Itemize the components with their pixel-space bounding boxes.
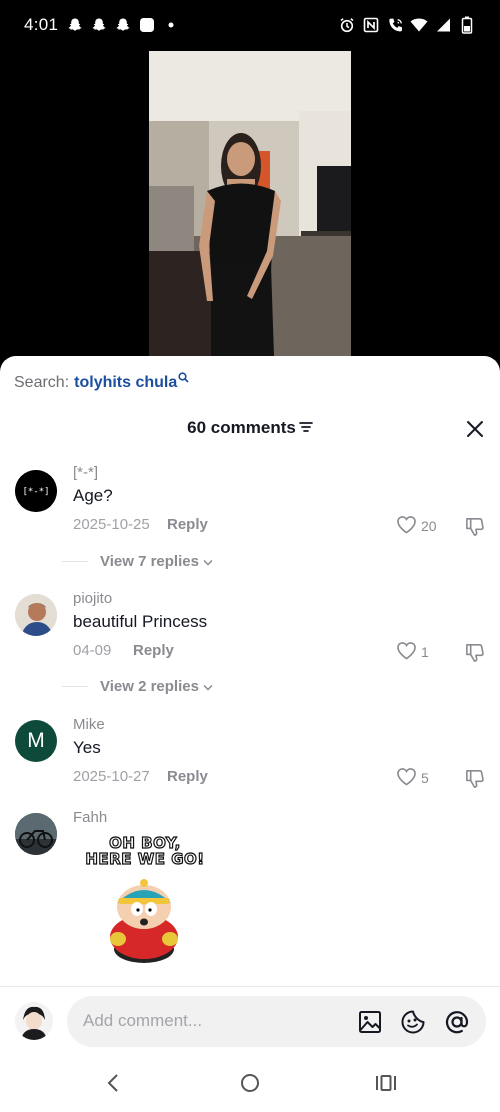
like-button[interactable]: 20 xyxy=(396,515,437,537)
heart-icon xyxy=(396,641,417,663)
home-icon[interactable] xyxy=(240,1073,260,1098)
comment-username[interactable]: [*-*] xyxy=(73,464,98,481)
status-time: 4:01 xyxy=(24,15,59,34)
search-icon xyxy=(178,370,189,388)
comment-input[interactable]: Add comment... xyxy=(67,996,486,1047)
like-count: 20 xyxy=(421,518,437,534)
sticker[interactable]: OH BOY, HERE WE GO! xyxy=(80,834,210,965)
avatar[interactable] xyxy=(15,813,57,855)
notification-icons xyxy=(66,16,180,34)
battery-icon xyxy=(458,16,476,34)
screen: 4:01 Search: tolyhits chula 60 comments … xyxy=(0,0,500,1112)
chevron-down-icon xyxy=(203,678,213,695)
snapchat-icon xyxy=(114,16,132,34)
dislike-icon[interactable] xyxy=(464,768,485,794)
comment-date: 2025-10-27 xyxy=(73,768,150,785)
comment-input-placeholder: Add comment... xyxy=(83,1011,203,1030)
svg-text:[*-*]: [*-*] xyxy=(22,487,49,497)
avatar[interactable]: [*-*] xyxy=(15,470,57,512)
app-icon xyxy=(138,16,156,34)
comment-username[interactable]: Fahh xyxy=(73,809,107,826)
snapchat-icon xyxy=(90,16,108,34)
comment-username[interactable]: Mike xyxy=(73,716,105,733)
like-count: 1 xyxy=(421,644,429,660)
my-avatar[interactable] xyxy=(15,1002,53,1040)
system-nav-bar xyxy=(0,1055,500,1112)
avatar[interactable] xyxy=(15,594,57,636)
avatar-image xyxy=(15,813,57,855)
sticker-caption: OH BOY, HERE WE GO! xyxy=(85,834,205,868)
search-prefix: Search: xyxy=(14,374,70,391)
close-icon[interactable] xyxy=(466,420,484,438)
view-replies-label: View 2 replies xyxy=(100,678,199,695)
like-button[interactable]: 1 xyxy=(396,641,429,663)
wifi-calling-icon xyxy=(386,16,404,34)
like-button[interactable]: 5 xyxy=(396,767,429,789)
recents-icon[interactable] xyxy=(375,1073,397,1098)
avatar-image xyxy=(15,1002,53,1040)
avatar-image: [*-*] xyxy=(15,470,57,512)
avatar-image xyxy=(15,594,57,636)
video-frame-image xyxy=(149,51,351,356)
dislike-icon[interactable] xyxy=(464,516,485,542)
search-term-link[interactable]: tolyhits chula xyxy=(74,374,177,392)
avatar[interactable]: M xyxy=(15,720,57,762)
system-icons xyxy=(338,16,476,34)
like-count: 5 xyxy=(421,770,429,786)
chevron-down-icon xyxy=(203,553,213,570)
dot-icon xyxy=(162,16,180,34)
sticker-icon[interactable] xyxy=(400,1009,426,1035)
view-replies-button[interactable]: View 7 replies xyxy=(62,553,213,570)
view-replies-button[interactable]: View 2 replies xyxy=(62,678,213,695)
snapchat-icon xyxy=(66,16,84,34)
search-suggestion[interactable]: Search: tolyhits chula xyxy=(14,372,189,392)
mention-icon[interactable] xyxy=(444,1009,470,1035)
back-icon[interactable] xyxy=(104,1073,122,1098)
signal-icon xyxy=(434,16,452,34)
status-bar: 4:01 xyxy=(0,0,500,50)
divider xyxy=(0,986,500,987)
comment-text: Age? xyxy=(73,486,113,505)
avatar-letter: M xyxy=(27,729,45,752)
comment-composer: Add comment... xyxy=(0,990,500,1052)
reply-button[interactable]: Reply xyxy=(133,642,174,659)
divider xyxy=(62,686,88,687)
cartman-sticker-image xyxy=(110,879,178,963)
video-player[interactable] xyxy=(149,51,351,356)
comments-header: 60 comments xyxy=(0,418,500,440)
heart-icon xyxy=(396,515,417,537)
image-icon[interactable] xyxy=(357,1009,383,1035)
divider xyxy=(62,561,88,562)
nfc-icon xyxy=(362,16,380,34)
comment-text: beautiful Princess xyxy=(73,612,208,631)
sort-filter-icon[interactable] xyxy=(298,418,313,438)
comment-date: 04-09 xyxy=(73,642,112,659)
alarm-icon xyxy=(338,16,356,34)
comment-date: 2025-10-25 xyxy=(73,516,150,533)
reply-button[interactable]: Reply xyxy=(167,516,208,533)
reply-button[interactable]: Reply xyxy=(167,768,208,785)
comments-count-title: 60 comments xyxy=(187,418,296,437)
comment-username[interactable]: piojito xyxy=(73,590,112,607)
dislike-icon[interactable] xyxy=(464,642,485,668)
heart-icon xyxy=(396,767,417,789)
comment-text: Yes xyxy=(73,738,101,757)
wifi-icon xyxy=(410,16,428,34)
view-replies-label: View 7 replies xyxy=(100,553,199,570)
